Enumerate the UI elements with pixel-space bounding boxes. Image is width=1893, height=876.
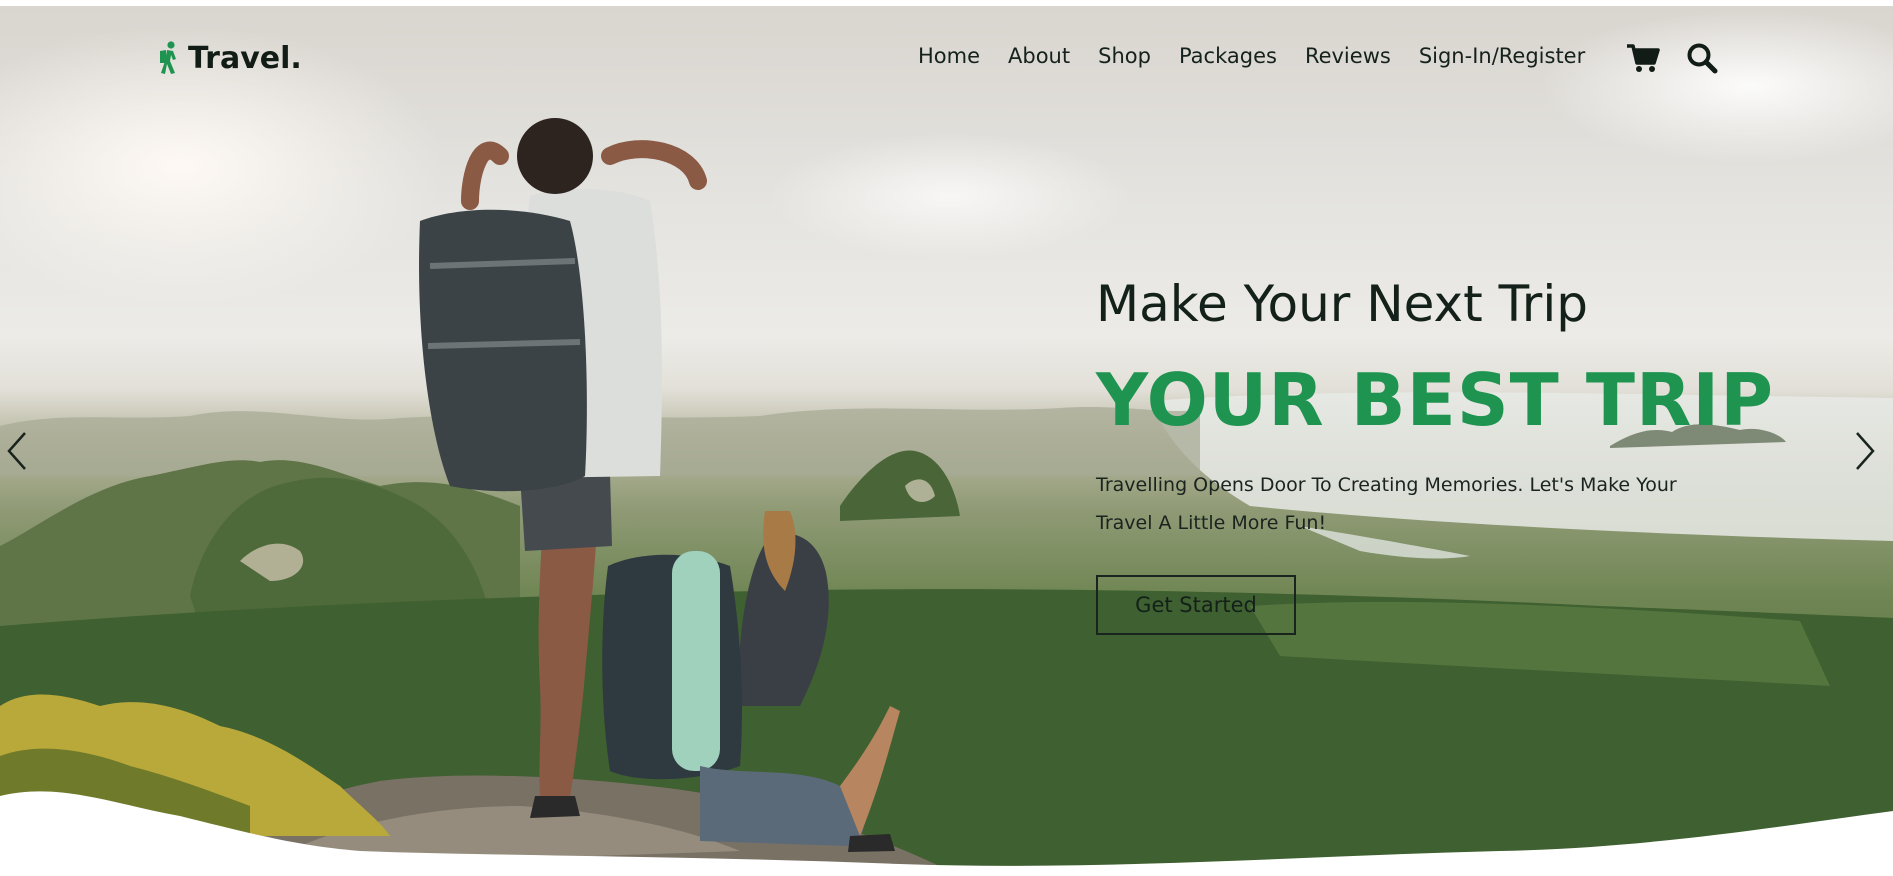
brand-logo[interactable]: Travel. (156, 36, 302, 80)
search-icon[interactable] (1686, 42, 1718, 74)
nav-home[interactable]: Home (918, 44, 980, 68)
nav-actions (1626, 42, 1718, 74)
main-nav: Home About Shop Packages Reviews Sign-In… (918, 44, 1585, 68)
chevron-right-icon (1856, 431, 1875, 470)
slider-prev-button[interactable] (2, 430, 32, 474)
nav-sign-in-register[interactable]: Sign-In/Register (1419, 44, 1585, 68)
nav-about[interactable]: About (1008, 44, 1070, 68)
nav-shop[interactable]: Shop (1098, 44, 1151, 68)
hiker-icon (160, 41, 176, 74)
hero-slide: Travel. Home About Shop Packages Reviews… (0, 6, 1893, 876)
nav-packages[interactable]: Packages (1179, 44, 1277, 68)
hero-content: Make Your Next Trip YOUR BEST TRIP Trave… (1096, 272, 1816, 542)
slider-next-button[interactable] (1850, 430, 1880, 474)
chevron-left-icon (7, 431, 26, 470)
get-started-button[interactable]: Get Started (1096, 575, 1296, 635)
cart-icon[interactable] (1626, 43, 1660, 73)
hero-description: Travelling Opens Door To Creating Memori… (1096, 474, 1677, 534)
hero-heading: YOUR BEST TRIP (1096, 358, 1774, 442)
nav-reviews[interactable]: Reviews (1305, 44, 1391, 68)
brand-name: Travel. (188, 40, 302, 76)
hero-subheading: Make Your Next Trip (1096, 275, 1588, 333)
